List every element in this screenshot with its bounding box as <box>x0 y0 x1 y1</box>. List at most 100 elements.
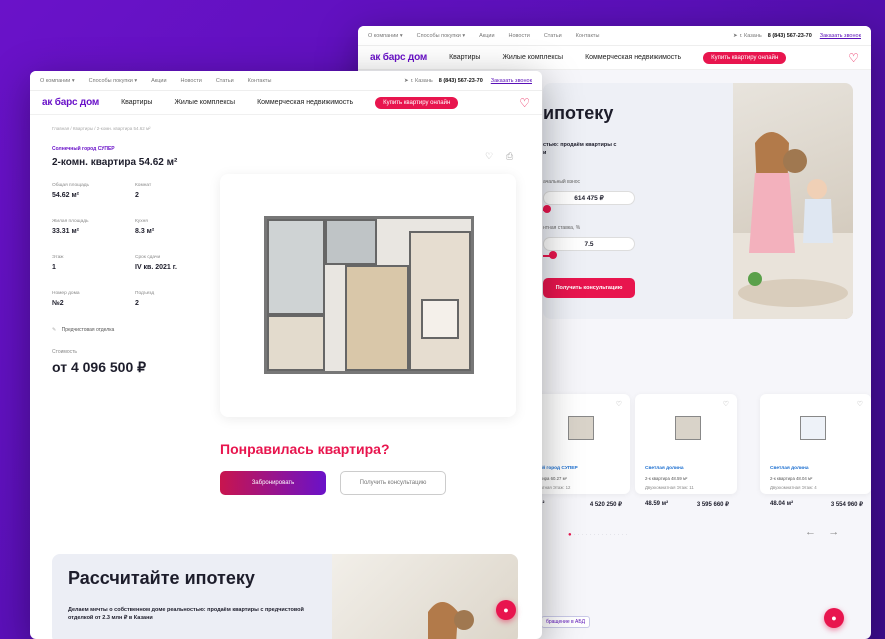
liked-question: Понравилась квартира? <box>220 441 390 457</box>
card-price: 4 520 250 ₽ <box>589 502 622 508</box>
down-payment-input[interactable]: 614 475 ₽ <box>543 191 635 205</box>
price-value: от 4 096 500 ₽ <box>52 359 147 375</box>
plan-room <box>267 315 325 371</box>
apartment-card[interactable]: ♡ Светлая долина 2-к квартира 48.04 м² Д… <box>760 394 871 508</box>
floor-plan-image <box>264 216 474 374</box>
param-label: Кухня <box>135 219 148 224</box>
hero-consult-button[interactable]: Получить консультацию <box>543 278 635 298</box>
chat-icon[interactable]: ● <box>824 608 844 628</box>
finish-label: Предчистовая отделка <box>61 327 115 333</box>
param-label: Комнат <box>135 183 152 188</box>
arrow-left-icon[interactable]: ← <box>805 526 816 538</box>
card-heart-icon[interactable]: ♡ <box>857 400 863 408</box>
plan-room <box>421 299 459 339</box>
callback-link[interactable]: Заказать звонок <box>491 78 532 84</box>
location-icon: ➤ <box>733 32 738 39</box>
mortgage-photo <box>332 554 518 639</box>
nav-apartments[interactable]: Квартиры <box>449 54 480 61</box>
param-value: №2 <box>52 300 64 307</box>
param-value: 8.3 м² <box>135 228 155 235</box>
menu-articles[interactable]: Статьи <box>216 78 234 84</box>
favorites-heart-icon[interactable]: ♡ <box>848 51 859 65</box>
menu-articles[interactable]: Статьи <box>544 33 562 39</box>
front-window: О компании ▾ Способы покупки ▾ Акции Нов… <box>30 71 542 639</box>
city-select[interactable]: г. Казань <box>411 78 433 84</box>
appeal-link[interactable]: бращение в АБД <box>541 616 591 628</box>
card-type-floor: Двухкомнатная Этаж: 11 <box>645 485 694 490</box>
page-title: 2-комн. квартира 54.62 м² <box>52 157 178 168</box>
nav-complexes[interactable]: Жилые комплексы <box>502 54 563 61</box>
card-description: ртира 60.27 м² <box>538 476 567 481</box>
menu-purchase[interactable]: Способы покупки ▾ <box>89 78 138 84</box>
complex-name[interactable]: Солнечный город СУПЕР <box>52 146 115 152</box>
nav-commercial[interactable]: Коммерческая недвижимость <box>585 54 681 61</box>
card-description: 2-к квартира 48.04 м² <box>770 476 813 481</box>
consult-button[interactable]: Получить консультацию <box>340 471 446 495</box>
paint-roller-icon: ✎ <box>52 327 57 333</box>
nav-commercial[interactable]: Коммерческая недвижимость <box>257 99 353 106</box>
finish-type: ✎ Предчистовая отделка <box>52 327 114 333</box>
phone-number[interactable]: 8 (843) 567-23-70 <box>439 78 483 84</box>
down-payment-knob[interactable] <box>543 205 551 213</box>
heart-icon[interactable]: ♡ <box>485 151 493 162</box>
menu-news[interactable]: Новости <box>181 78 202 84</box>
top-bar: О компании ▾ Способы покупки ▾ Акции Нов… <box>30 71 542 91</box>
card-heart-icon[interactable]: ♡ <box>616 400 622 408</box>
param-label: Этаж <box>52 255 64 260</box>
param-floor: Этаж 1 <box>52 255 132 271</box>
menu-news[interactable]: Новости <box>509 33 530 39</box>
phone-number[interactable]: 8 (843) 567-23-70 <box>768 33 812 39</box>
menu-contacts[interactable]: Контакты <box>248 78 272 84</box>
breadcrumb[interactable]: Главная / Квартиры / 2-комн. квартира 54… <box>52 126 151 131</box>
hero-subtitle: стью: продаём квартиры с и <box>543 142 617 157</box>
card-complex: Светлая долина <box>770 466 809 471</box>
param-total-area: Общая площадь 54.62 м² <box>52 183 132 199</box>
arrow-right-icon[interactable]: → <box>828 526 839 538</box>
param-label: Номер дома <box>52 291 80 296</box>
menu-about[interactable]: О компании ▾ <box>368 33 403 39</box>
favorites-heart-icon[interactable]: ♡ <box>519 96 530 110</box>
param-kitchen: Кухня 8.3 м² <box>135 219 215 235</box>
param-value: IV кв. 2021 г. <box>135 264 177 271</box>
location-icon: ➤ <box>404 77 409 84</box>
down-payment-label: ачальный взнос <box>543 179 581 185</box>
card-plan-thumbnail <box>800 416 826 440</box>
book-button[interactable]: Забронировать <box>220 471 326 495</box>
nav-apartments[interactable]: Квартиры <box>121 99 152 106</box>
nav-complexes[interactable]: Жилые комплексы <box>174 99 235 106</box>
card-price: 3 554 960 ₽ <box>830 502 863 508</box>
main-nav: ак барс дом Квартиры Жилые комплексы Ком… <box>30 91 542 115</box>
menu-about[interactable]: О компании ▾ <box>40 78 75 84</box>
apartment-card[interactable]: ♡ Светлая долина 2-к квартира 48.59 м² Д… <box>635 394 737 508</box>
card-complex: ый город СУПЕР <box>538 466 578 471</box>
card-heart-icon[interactable]: ♡ <box>723 400 729 408</box>
apartment-card[interactable]: ♡ ый город СУПЕР ртира 60.27 м² натная Э… <box>528 394 630 508</box>
menu-promos[interactable]: Акции <box>151 78 166 84</box>
card-area: 48.04 м² <box>770 501 794 507</box>
menu-promos[interactable]: Акции <box>479 33 494 39</box>
callback-link[interactable]: Заказать звонок <box>820 33 861 39</box>
card-plan-thumbnail <box>568 416 594 440</box>
chat-icon[interactable]: ● <box>496 600 516 620</box>
param-value: 54.62 м² <box>52 192 79 199</box>
param-value: 33.31 м² <box>52 228 79 235</box>
menu-contacts[interactable]: Контакты <box>576 33 600 39</box>
print-icon[interactable]: ⎙ <box>506 151 513 162</box>
carousel-pagination[interactable]: ●·············· <box>568 532 630 538</box>
city-select[interactable]: г. Казань <box>740 33 762 39</box>
card-description: 2-к квартира 48.59 м² <box>645 476 688 481</box>
rate-knob[interactable] <box>549 251 557 259</box>
main-nav: ак барс дом Квартиры Жилые комплексы Ком… <box>358 46 871 70</box>
buy-online-button[interactable]: Купить квартиру онлайн <box>703 51 787 64</box>
logo[interactable]: ак барс дом <box>370 52 427 63</box>
carousel-arrows[interactable]: ← → <box>805 526 839 538</box>
card-plan-thumbnail <box>675 416 701 440</box>
rate-input[interactable]: 7.5 <box>543 237 635 251</box>
param-label: Подъезд <box>135 291 155 296</box>
mortgage-title: Рассчитайте ипотеку <box>68 568 255 588</box>
buy-online-button[interactable]: Купить квартиру онлайн <box>375 96 459 109</box>
param-value: 2 <box>135 300 139 307</box>
card-area: 48.59 м² <box>645 501 669 507</box>
logo[interactable]: ак барс дом <box>42 97 99 108</box>
menu-purchase[interactable]: Способы покупки ▾ <box>417 33 466 39</box>
